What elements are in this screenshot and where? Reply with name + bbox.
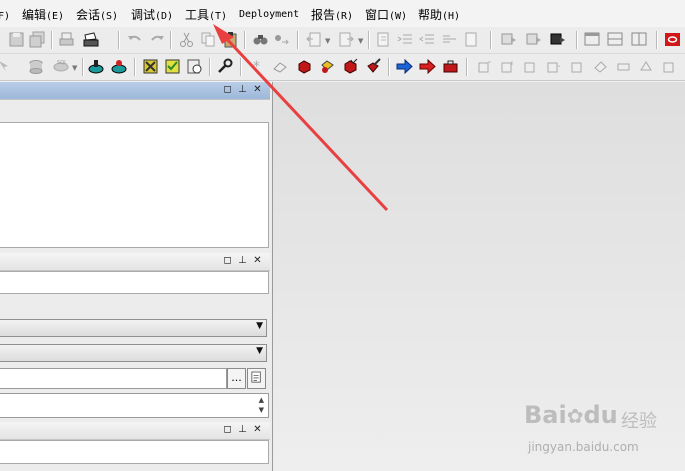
redo-icon[interactable] xyxy=(149,31,166,48)
cut-icon[interactable] xyxy=(178,31,195,48)
nav-forward-icon[interactable] xyxy=(338,31,355,48)
menu-session[interactable]: 会话(S) xyxy=(76,7,118,23)
checklist-icon[interactable] xyxy=(164,58,181,75)
restore-icon[interactable]: ◻ xyxy=(222,255,233,267)
menu-tools[interactable]: 工具(T) xyxy=(185,7,227,23)
chevron-down-icon: ▼ xyxy=(256,346,263,356)
replace-icon[interactable] xyxy=(273,31,290,48)
filter-options-button[interactable] xyxy=(247,368,266,389)
pin-icon[interactable]: ⊥ xyxy=(237,424,248,436)
menu-reports[interactable]: 报告(R) xyxy=(311,7,353,23)
window-cascade-icon[interactable] xyxy=(584,31,601,48)
outdent-icon[interactable] xyxy=(419,31,436,48)
close-icon[interactable]: ✕ xyxy=(252,255,263,267)
object-7-icon[interactable] xyxy=(615,58,632,75)
panel-content-box[interactable] xyxy=(0,440,269,464)
pin-icon[interactable]: ⊥ xyxy=(237,84,248,96)
compile-icon[interactable] xyxy=(142,58,159,75)
chevron-down-icon[interactable]: ▼ xyxy=(325,37,330,45)
print-icon[interactable] xyxy=(58,31,75,48)
window-tile-icon[interactable] xyxy=(607,31,624,48)
briefcase-icon[interactable] xyxy=(442,58,459,75)
gem-edit-icon[interactable] xyxy=(365,58,382,75)
menu-deployment[interactable]: Deployment xyxy=(239,7,299,23)
object-8-icon[interactable] xyxy=(638,58,655,75)
menu-bar: F) 编辑(E) 会话(S) 调试(D) 工具(T) Deployment 报告… xyxy=(0,0,685,28)
spin-down-icon[interactable]: ▼ xyxy=(259,406,264,414)
object-2-icon[interactable] xyxy=(499,58,516,75)
panel-header-top[interactable]: ◻ ⊥ ✕ xyxy=(0,82,270,100)
arrow-right-blue-icon[interactable] xyxy=(396,58,413,75)
pin-icon[interactable]: ⊥ xyxy=(237,255,248,267)
scanner-icon[interactable] xyxy=(82,31,99,48)
indent-icon[interactable] xyxy=(397,31,414,48)
copy-icon[interactable] xyxy=(200,31,217,48)
panel-header-bottom[interactable]: ◻ ⊥ ✕ xyxy=(0,422,270,440)
window-split-icon[interactable] xyxy=(631,31,648,48)
find-icon[interactable] xyxy=(252,31,269,48)
close-icon[interactable]: ✕ xyxy=(252,424,263,436)
doc-edit-icon[interactable] xyxy=(375,31,392,48)
chevron-down-icon: ▼ xyxy=(256,321,263,331)
db-connect-icon[interactable] xyxy=(28,58,45,75)
object-3-icon[interactable] xyxy=(522,58,539,75)
eraser-icon[interactable] xyxy=(272,58,289,75)
close-icon[interactable]: ✕ xyxy=(252,84,263,96)
uncomment-icon[interactable] xyxy=(463,31,480,48)
object-6-icon[interactable] xyxy=(592,58,609,75)
menu-debug[interactable]: 调试(D) xyxy=(131,7,173,23)
menu-file[interactable]: F) xyxy=(0,7,10,23)
svg-text:*: * xyxy=(253,59,260,75)
menu-window[interactable]: 窗口(W) xyxy=(365,7,407,23)
object-4-icon[interactable] xyxy=(545,58,562,75)
baidu-watermark: Bai✿du 经验 jingyan.baidu.com xyxy=(524,401,657,454)
browse-button[interactable]: ... xyxy=(227,368,246,389)
oracle-icon[interactable] xyxy=(664,31,681,48)
svg-text:SQL: SQL xyxy=(57,60,67,66)
db-red-icon[interactable] xyxy=(111,58,128,75)
chevron-down-icon[interactable]: ▼ xyxy=(358,37,363,45)
wrench-icon[interactable] xyxy=(216,58,233,75)
object-1-icon[interactable] xyxy=(476,58,493,75)
paste-icon[interactable] xyxy=(222,31,239,48)
undo-icon[interactable] xyxy=(126,31,143,48)
comment-icon[interactable] xyxy=(441,31,458,48)
debug-icon[interactable] xyxy=(549,31,566,48)
schedule-icon[interactable] xyxy=(186,58,203,75)
save-icon[interactable] xyxy=(8,31,25,48)
object-type-select[interactable]: ▼ xyxy=(0,319,267,337)
restore-icon[interactable]: ◻ xyxy=(222,424,233,436)
owner-select[interactable]: ▼ xyxy=(0,344,267,362)
menu-help[interactable]: 帮助(H) xyxy=(418,7,460,23)
spin-up-icon[interactable]: ▲ xyxy=(259,396,264,404)
toolbar-standard: ▼ ▼ xyxy=(0,27,685,54)
panel-header-middle[interactable]: ◻ ⊥ ✕ xyxy=(0,253,270,271)
save-all-icon[interactable] xyxy=(29,31,46,48)
number-stepper[interactable]: ▲ ▼ xyxy=(0,393,269,418)
asterisk-icon[interactable]: * xyxy=(250,58,267,75)
restore-icon[interactable]: ◻ xyxy=(222,84,233,96)
sql-icon[interactable]: SQL xyxy=(53,58,70,75)
gem-red-icon[interactable] xyxy=(296,58,313,75)
step-icon[interactable] xyxy=(525,31,542,48)
filter-input[interactable] xyxy=(0,368,227,389)
object-5-icon[interactable] xyxy=(569,58,586,75)
panel-content-box[interactable] xyxy=(0,271,269,294)
db-teal-icon[interactable] xyxy=(88,58,105,75)
nav-back-icon[interactable] xyxy=(305,31,322,48)
arrow-right-red-icon[interactable] xyxy=(419,58,436,75)
gem-check-icon[interactable] xyxy=(342,58,359,75)
object-list-area[interactable] xyxy=(0,122,269,248)
cursor-icon[interactable] xyxy=(0,58,13,75)
toolbar-session: SQL ▼ * xyxy=(0,54,685,81)
menu-edit[interactable]: 编辑(E) xyxy=(22,7,64,23)
object-9-icon[interactable] xyxy=(661,58,678,75)
left-dock-pane: ◻ ⊥ ✕ ◻ ⊥ ✕ ▼ ▼ ... ▲ ▼ ◻ ⊥ ✕ xyxy=(0,82,273,471)
chevron-down-icon[interactable]: ▼ xyxy=(72,64,77,72)
run-icon[interactable] xyxy=(500,31,517,48)
gem-yellow-icon[interactable] xyxy=(319,58,336,75)
